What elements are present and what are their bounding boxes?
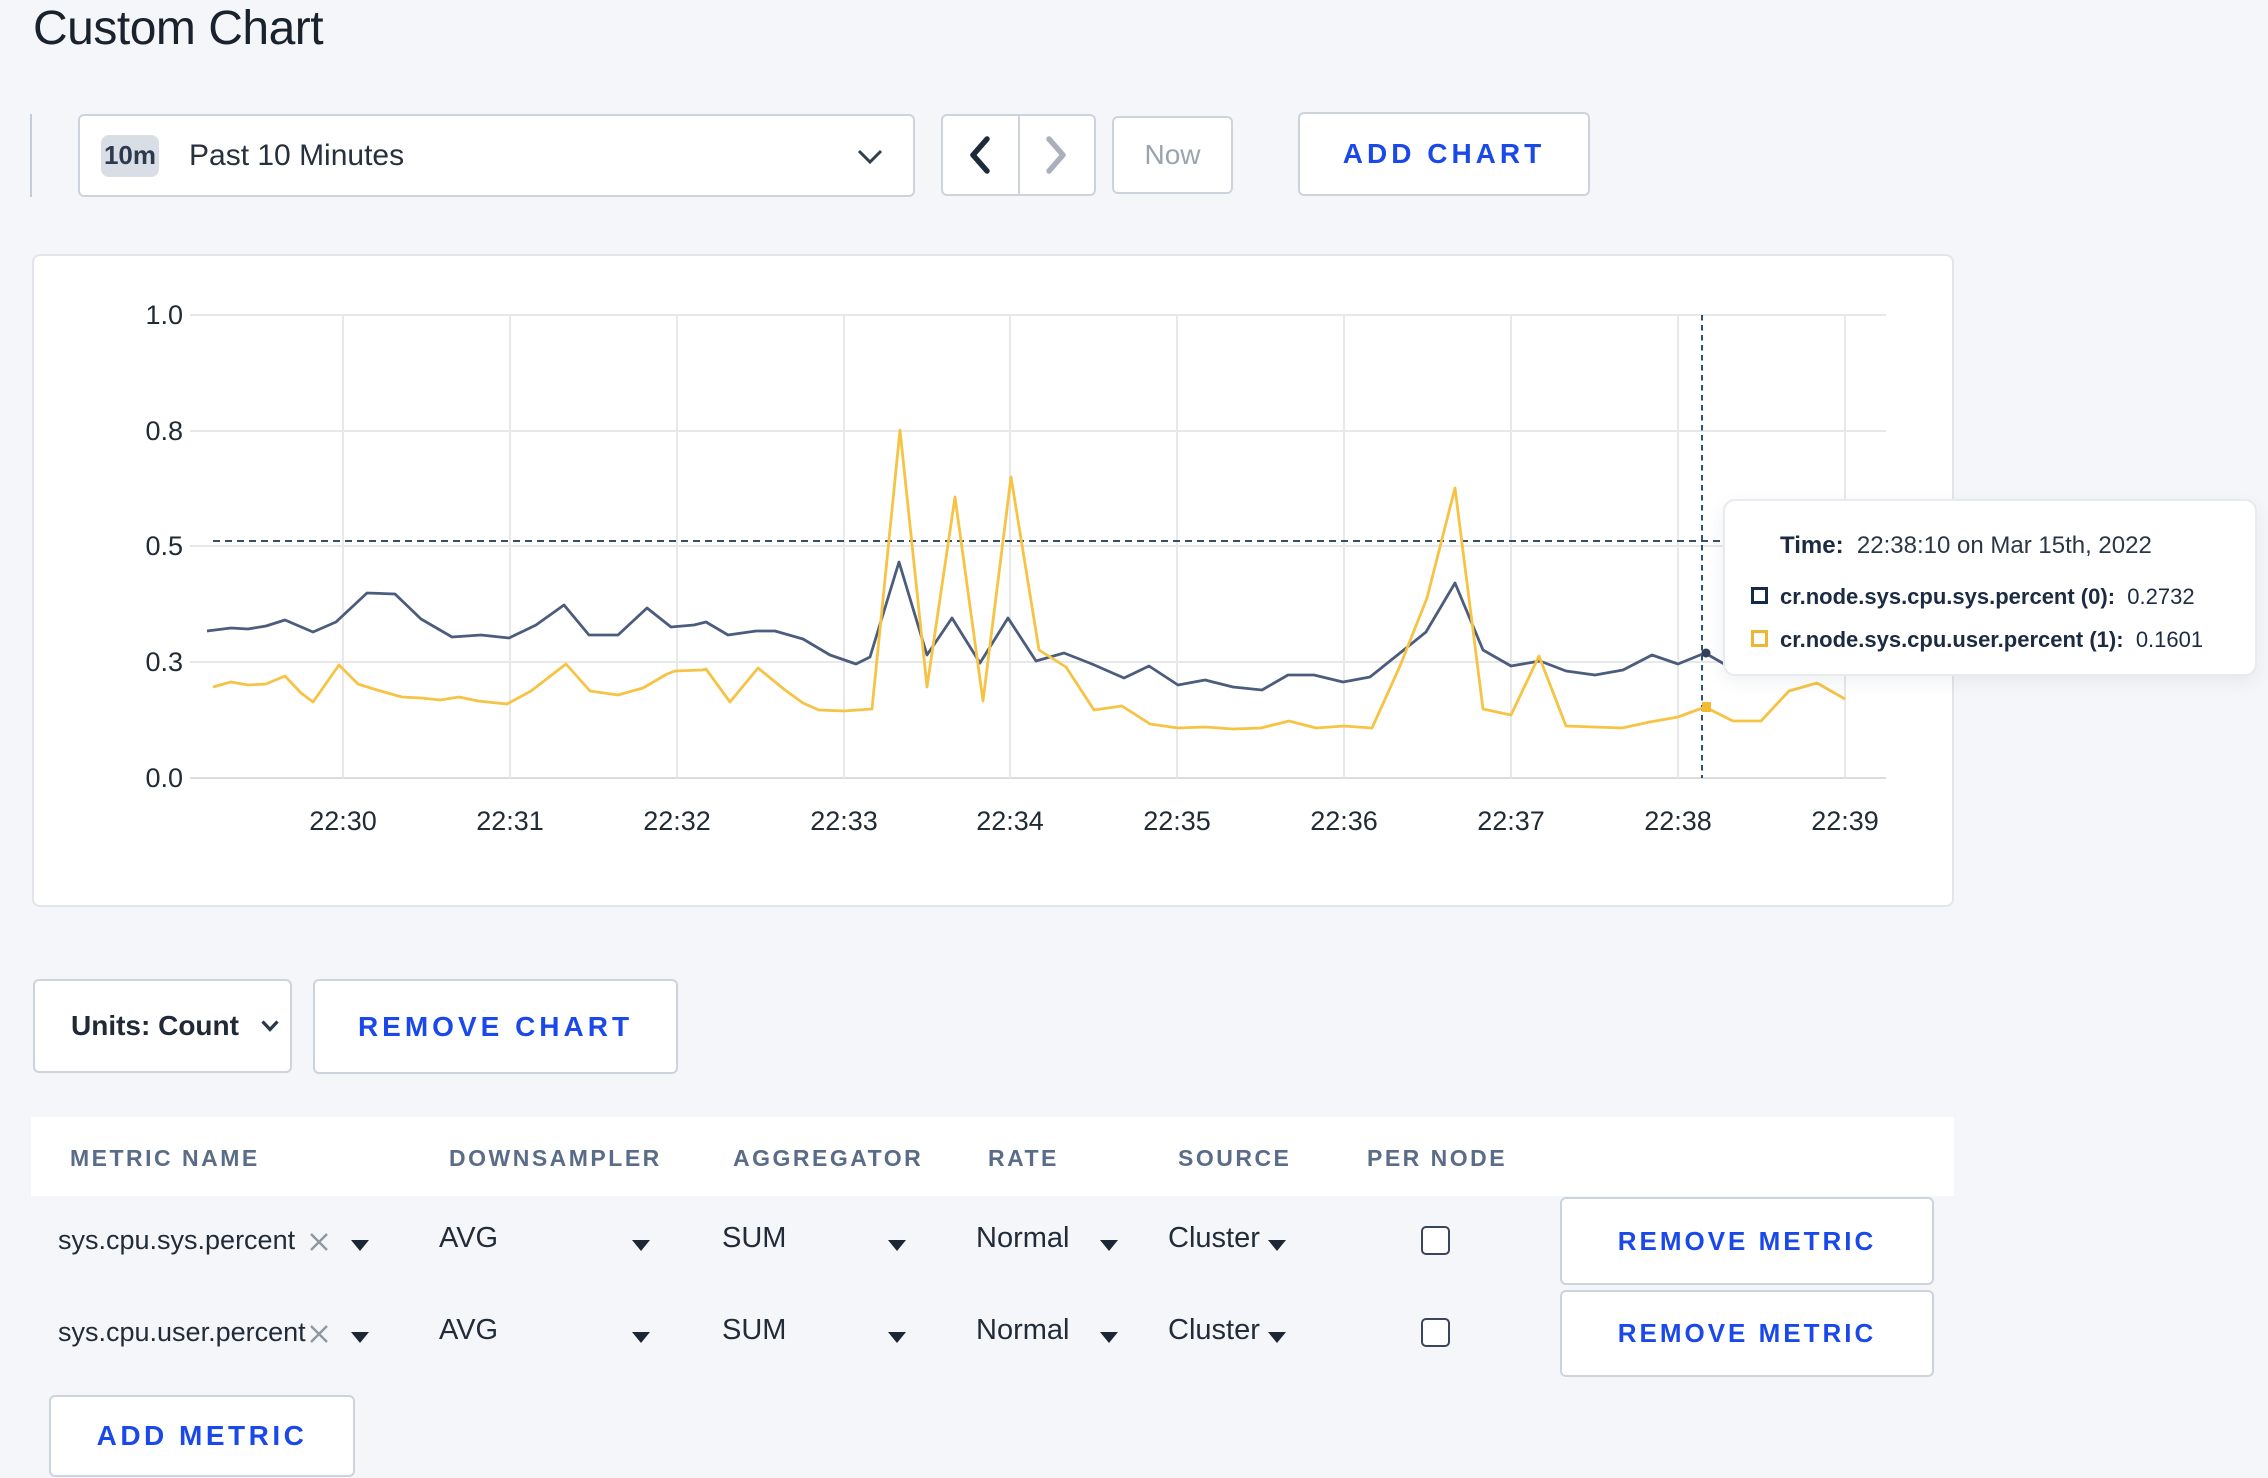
svg-text:22:35: 22:35 [1143, 806, 1211, 836]
svg-text:1.0: 1.0 [145, 300, 183, 330]
svg-text:22:31: 22:31 [476, 806, 544, 836]
svg-text:22:32: 22:32 [643, 806, 711, 836]
svg-text:22:34: 22:34 [976, 806, 1044, 836]
svg-text:0.8: 0.8 [145, 416, 183, 446]
svg-text:22:36: 22:36 [1310, 806, 1378, 836]
svg-text:22:33: 22:33 [810, 806, 878, 836]
svg-text:0.0: 0.0 [145, 763, 183, 793]
svg-text:0.5: 0.5 [145, 531, 183, 561]
svg-text:22:39: 22:39 [1811, 806, 1879, 836]
svg-text:22:37: 22:37 [1477, 806, 1545, 836]
svg-text:0.3: 0.3 [145, 647, 183, 677]
svg-text:22:38: 22:38 [1644, 806, 1712, 836]
svg-text:22:30: 22:30 [309, 806, 377, 836]
